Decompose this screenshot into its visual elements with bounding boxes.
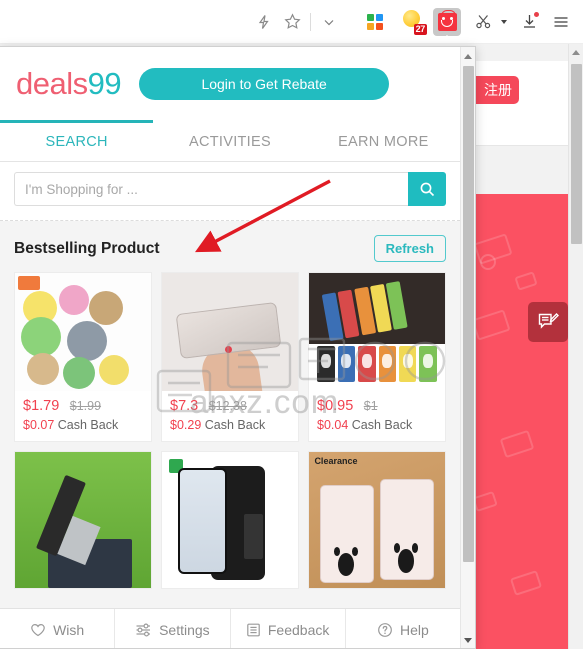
product-price-row: $7.3 $12.38 — [162, 391, 298, 415]
logo-word-deals: deals — [16, 66, 88, 101]
page-scroll-up-arrow[interactable] — [572, 50, 580, 55]
cashback-label: Cash Back — [351, 418, 413, 432]
product-original-price: $1.99 — [69, 399, 102, 413]
deals-extension-icon[interactable] — [433, 7, 461, 42]
product-cashback-row: $0.04 Cash Back — [309, 415, 445, 441]
omnibox-action-group — [246, 6, 347, 37]
popup-tab-bar: SEARCH ACTIVITIES EARN MORE — [0, 120, 460, 162]
document-icon — [247, 623, 260, 636]
product-card[interactable]: Clearance — [308, 451, 446, 589]
search-section — [0, 162, 460, 221]
shopping-bag-glyph — [437, 9, 457, 31]
login-to-get-rebate-button[interactable]: Login to Get Rebate — [139, 67, 390, 100]
section-title: Bestselling Product — [14, 239, 160, 257]
tab-search[interactable]: SEARCH — [0, 120, 154, 161]
product-price: $1.79 — [23, 398, 60, 414]
product-cashback-row: $0.07 Cash Back — [15, 415, 151, 441]
search-row — [14, 172, 446, 206]
product-card[interactable]: $7.3 $12.38 $0.29 Cash Back — [161, 272, 299, 442]
cashback-amount: $0.07 — [23, 418, 55, 432]
cashback-amount: $0.29 — [170, 418, 202, 432]
product-card[interactable]: $0.95 $1 $0.04 Cash Back — [308, 272, 446, 442]
search-input[interactable] — [14, 172, 408, 206]
page-scroll-thumb[interactable] — [571, 64, 582, 244]
heart-icon — [31, 623, 45, 636]
product-price-row: $0.95 $1 — [309, 391, 445, 415]
popup-scroll-up-arrow[interactable] — [464, 54, 472, 59]
product-image-leather-wallet — [162, 273, 298, 391]
popup-content-area: deals99 Login to Get Rebate SEARCH ACTIV… — [0, 47, 460, 648]
nav-item-wish[interactable]: Wish — [0, 609, 116, 648]
clearance-overlay-label: Clearance — [314, 456, 358, 467]
chevron-down-icon[interactable] — [315, 8, 343, 36]
tab-activities[interactable]: ACTIVITIES — [153, 120, 306, 161]
cashback-amount: $0.04 — [317, 418, 349, 432]
apps-grid-icon[interactable] — [361, 8, 389, 36]
tab-earn-more[interactable]: EARN MORE — [307, 120, 460, 161]
flash-icon[interactable] — [250, 8, 278, 36]
product-card[interactable] — [161, 451, 299, 589]
product-image-mickey-minnie-phone-case: Clearance — [309, 452, 445, 588]
product-original-price: $1 — [363, 399, 378, 413]
search-submit-button[interactable] — [408, 172, 446, 206]
cashback-label: Cash Back — [204, 418, 266, 432]
page-scrollbar[interactable] — [568, 44, 583, 649]
product-price: $0.95 — [317, 398, 354, 414]
cashback-label: Cash Back — [57, 418, 119, 432]
popup-pointer-arrow — [440, 34, 454, 42]
product-image-cartoon-luggage-tags — [309, 273, 445, 391]
scissors-clip-icon[interactable] — [469, 8, 497, 36]
popup-scroll-thumb[interactable] — [463, 66, 474, 562]
popup-scroll-down-arrow[interactable] — [464, 638, 472, 643]
product-price-row: $1.79 $1.99 — [15, 391, 151, 415]
product-cashback-row: $0.29 Cash Back — [162, 415, 298, 441]
nav-item-feedback[interactable]: Feedback — [231, 609, 346, 648]
product-card[interactable] — [14, 451, 152, 589]
background-feedback-fab[interactable] — [528, 302, 568, 342]
logo-word-99: 99 — [87, 66, 122, 101]
nav-item-help[interactable]: Help — [346, 609, 460, 648]
search-icon — [420, 182, 434, 196]
product-grid-row-1: $1.79 $1.99 $0.07 Cash Back $7.3 $12.38 — [0, 272, 460, 442]
browser-toolbar: 27 — [0, 0, 583, 44]
question-circle-icon — [378, 622, 392, 637]
nav-item-settings[interactable]: Settings — [115, 609, 231, 648]
downloads-icon[interactable] — [515, 8, 543, 36]
popup-scrollbar[interactable] — [460, 47, 475, 648]
nav-label-wish: Wish — [53, 621, 85, 638]
toolbar-divider — [310, 12, 311, 31]
apps-grid-glyph — [367, 13, 383, 30]
product-price: $7.3 — [170, 398, 199, 414]
background-promo-panel — [472, 194, 568, 649]
nav-label-help: Help — [399, 621, 429, 638]
popup-header: deals99 Login to Get Rebate — [0, 47, 460, 120]
deals99-logo: deals99 — [16, 66, 122, 101]
weather-sun-icon[interactable]: 27 — [399, 8, 427, 36]
bestselling-section-header: Bestselling Product Refresh — [0, 221, 460, 272]
product-original-price: $12.38 — [208, 399, 247, 413]
product-grid-row-2: Clearance — [0, 451, 460, 589]
browser-menu-icon[interactable] — [547, 8, 575, 36]
sliders-icon — [136, 622, 151, 637]
product-image-card-slot-phone-case — [162, 452, 298, 588]
favorite-star-icon[interactable] — [278, 8, 306, 36]
scissors-dropdown-caret-icon[interactable] — [497, 8, 511, 36]
product-image-folding-shovel — [15, 452, 151, 588]
product-image-plush-toys — [15, 273, 151, 391]
product-card[interactable]: $1.79 $1.99 $0.07 Cash Back — [14, 272, 152, 442]
notification-badge: 27 — [413, 23, 427, 35]
nav-label-feedback: Feedback — [267, 621, 330, 638]
deals99-extension-popup: deals99 Login to Get Rebate SEARCH ACTIV… — [0, 46, 476, 649]
nav-label-settings: Settings — [159, 621, 210, 638]
popup-bottom-nav: Wish Settings Feedback Help — [0, 608, 460, 648]
download-alert-dot — [534, 11, 539, 17]
refresh-button[interactable]: Refresh — [373, 235, 446, 262]
